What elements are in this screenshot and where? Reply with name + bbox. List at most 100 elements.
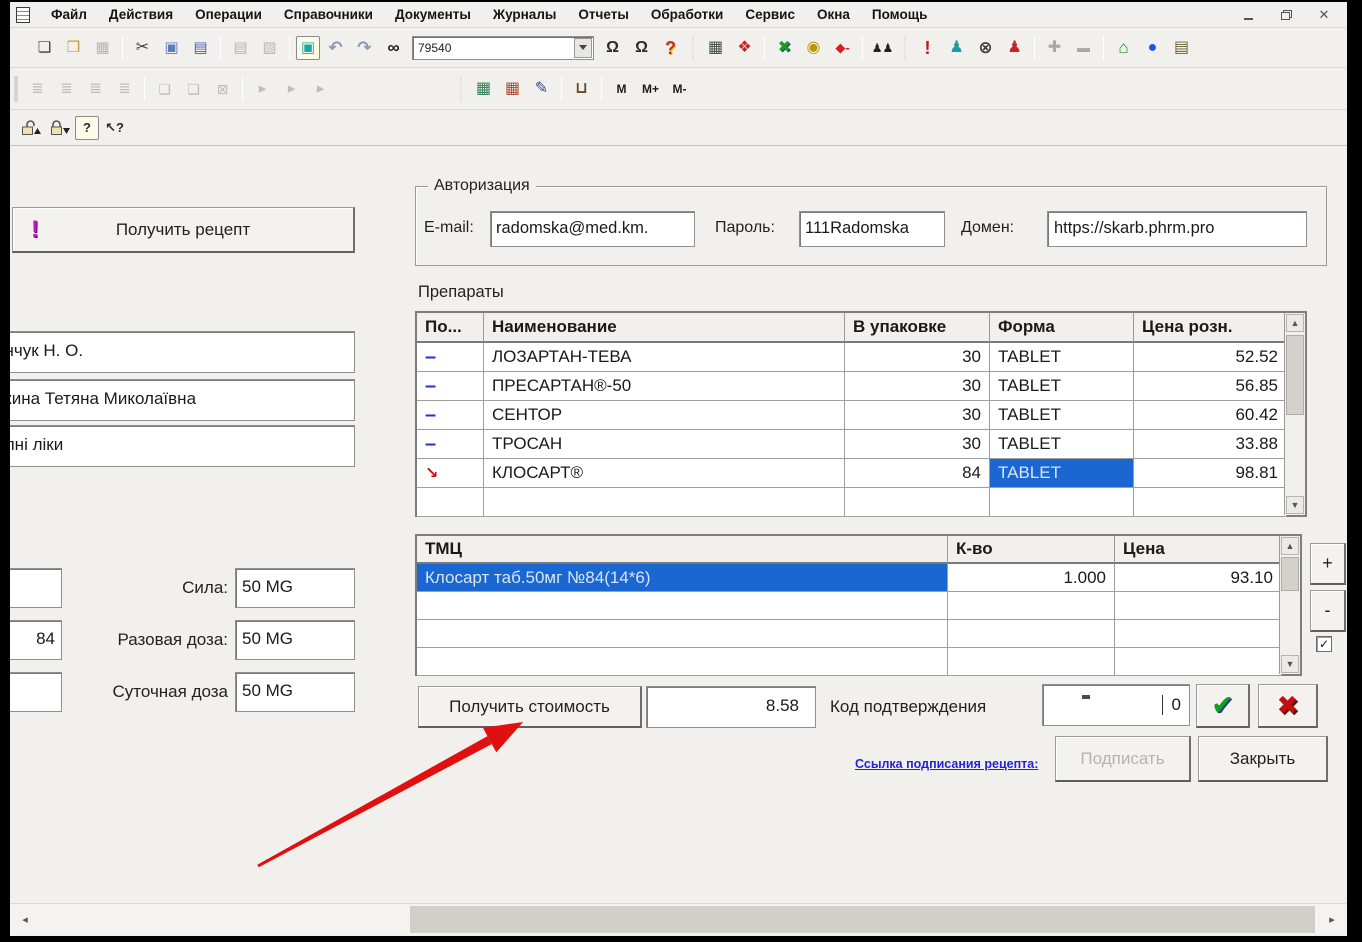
- confirm-code-field[interactable]: 0: [1042, 684, 1190, 726]
- sign-button[interactable]: Подписать: [1055, 736, 1191, 782]
- drug-form-cell[interactable]: TABLET: [990, 372, 1134, 401]
- dose-aux-field-3[interactable]: [10, 672, 62, 712]
- memory-minus-icon[interactable]: M-: [666, 76, 693, 101]
- drug-price-cell[interactable]: [1134, 488, 1287, 517]
- tmc-column-header[interactable]: Цена: [1115, 536, 1282, 564]
- scrollbar-thumb[interactable]: [1281, 557, 1299, 591]
- menu-documents[interactable]: Документы: [384, 7, 482, 22]
- confirm-cancel-button[interactable]: ✖: [1258, 684, 1318, 728]
- email-field[interactable]: radomska@med.km.: [490, 211, 695, 247]
- redo-icon[interactable]: ↷: [351, 35, 378, 60]
- single-dose-field[interactable]: 50 MG: [235, 620, 355, 660]
- close-button[interactable]: ✕: [1317, 8, 1331, 22]
- tmc-qty-cell[interactable]: [948, 620, 1115, 648]
- drug-pack-cell[interactable]: 84: [845, 459, 990, 488]
- drug-price-cell[interactable]: 98.81: [1134, 459, 1287, 488]
- dark-globe-icon[interactable]: ⊗: [972, 35, 999, 60]
- book-icon[interactable]: ⊔: [568, 76, 595, 101]
- drug-form-cell[interactable]: [990, 488, 1134, 517]
- unlock-icon[interactable]: [17, 115, 44, 140]
- find-next-icon[interactable]: Ω: [599, 35, 626, 60]
- two-people-icon[interactable]: ♟♟: [869, 35, 896, 60]
- walking-person-icon[interactable]: ♟: [1001, 35, 1028, 60]
- calendar-icon[interactable]: ▦: [499, 76, 526, 101]
- drugs-column-header[interactable]: В упаковке: [845, 313, 990, 343]
- drug-price-cell[interactable]: 52.52: [1134, 343, 1287, 372]
- memory-icon[interactable]: M: [608, 76, 635, 101]
- get-prescription-button[interactable]: ! Получить рецепт: [12, 207, 355, 253]
- tmc-name-cell[interactable]: Клосарт таб.50мг №84(14*6): [417, 564, 948, 592]
- drug-marker-cell[interactable]: –: [417, 372, 484, 401]
- menu-help[interactable]: Помощь: [861, 7, 939, 22]
- menu-operations[interactable]: Операции: [184, 7, 273, 22]
- gold-coin-icon[interactable]: ◉: [800, 35, 827, 60]
- drugs-table-row[interactable]: –ПРЕСАРТАН®-5030TABLET56.85: [417, 372, 1305, 401]
- minus-icon[interactable]: ▬: [1070, 35, 1097, 60]
- drug-pack-cell[interactable]: 30: [845, 372, 990, 401]
- horizontal-scrollbar[interactable]: ◂ ▸: [10, 903, 1347, 934]
- find-prev-icon[interactable]: Ω: [628, 35, 655, 60]
- tmc-qty-cell[interactable]: [948, 592, 1115, 620]
- drugs-table-row[interactable]: –СЕНТОР30TABLET60.42: [417, 401, 1305, 430]
- tmc-column-header[interactable]: К-во: [948, 536, 1115, 564]
- memory-plus-icon[interactable]: M+: [637, 76, 664, 101]
- red-minus-icon[interactable]: ◆-: [829, 35, 856, 60]
- menu-windows[interactable]: Окна: [806, 7, 861, 22]
- tmc-remove-button[interactable]: -: [1310, 590, 1346, 632]
- patient-field[interactable]: жжина Тетяна Миколаївна: [10, 379, 355, 421]
- undo-icon[interactable]: ↶: [322, 35, 349, 60]
- tmc-table-row[interactable]: Клосарт таб.50мг №84(14*6)1.00093.10: [417, 564, 1300, 592]
- drug-pack-cell[interactable]: [845, 488, 990, 517]
- tmc-column-header[interactable]: ТМЦ: [417, 536, 948, 564]
- search-combo[interactable]: 79540: [412, 36, 594, 60]
- tmc-price-cell[interactable]: [1115, 648, 1282, 676]
- red-bow-icon[interactable]: ❖: [731, 35, 758, 60]
- drug-form-cell[interactable]: TABLET: [990, 459, 1134, 488]
- password-field[interactable]: 111Radomska: [799, 211, 945, 247]
- scroll-down-icon[interactable]: ▼: [1281, 655, 1299, 673]
- paste-icon[interactable]: ▤: [187, 35, 214, 60]
- close-form-button[interactable]: Закрыть: [1198, 736, 1328, 782]
- drug-form-cell[interactable]: TABLET: [990, 401, 1134, 430]
- filter-lamp-icon[interactable]: ▣: [296, 36, 320, 60]
- drugs-column-header[interactable]: По...: [417, 313, 484, 343]
- drug-name-cell[interactable]: [484, 488, 845, 517]
- scroll-right-icon[interactable]: ▸: [1319, 906, 1345, 933]
- drug-price-cell[interactable]: 33.88: [1134, 430, 1287, 459]
- lookup-icon[interactable]: ✎: [528, 76, 555, 101]
- scrollbar-thumb[interactable]: [1286, 335, 1304, 415]
- drug-pack-cell[interactable]: 30: [845, 343, 990, 372]
- restore-button[interactable]: [1279, 8, 1293, 22]
- domain-field[interactable]: https://skarb.phrm.pro: [1047, 211, 1307, 247]
- drugs-table[interactable]: По...НаименованиеВ упаковкеФормаЦена роз…: [415, 311, 1307, 517]
- context-help-icon[interactable]: ↖?: [101, 115, 128, 140]
- menu-reports[interactable]: Отчеты: [567, 7, 639, 22]
- drug-marker-cell[interactable]: –: [417, 343, 484, 372]
- drug-marker-cell[interactable]: –: [417, 430, 484, 459]
- dose-aux-field-1[interactable]: [10, 568, 62, 608]
- tmc-name-cell[interactable]: [417, 620, 948, 648]
- drug-name-cell[interactable]: СЕНТОР: [484, 401, 845, 430]
- drugs-table-row[interactable]: –ТРОСАН30TABLET33.88: [417, 430, 1305, 459]
- tmc-add-button[interactable]: +: [1310, 543, 1346, 585]
- plus-icon[interactable]: ✚: [1041, 35, 1068, 60]
- tmc-name-cell[interactable]: [417, 592, 948, 620]
- tmc-name-cell[interactable]: [417, 648, 948, 676]
- drugs-table-row[interactable]: –ЛОЗАРТАН-ТЕВА30TABLET52.52: [417, 343, 1305, 372]
- menu-references[interactable]: Справочники: [273, 7, 384, 22]
- cut-icon[interactable]: ✂: [129, 35, 156, 60]
- drug-pack-cell[interactable]: 30: [845, 401, 990, 430]
- calculator-icon[interactable]: ▦: [470, 76, 497, 101]
- scroll-up-icon[interactable]: ▲: [1281, 537, 1299, 555]
- copy-icon[interactable]: ▣: [158, 35, 185, 60]
- blue-drop-icon[interactable]: ●: [1139, 35, 1166, 60]
- drug-marker-cell[interactable]: [417, 488, 484, 517]
- dose-aux-field-2[interactable]: 84: [10, 620, 62, 660]
- card-index-icon[interactable]: ▤: [1168, 35, 1195, 60]
- lock-icon[interactable]: [46, 115, 73, 140]
- drug-price-cell[interactable]: 60.42: [1134, 401, 1287, 430]
- drug-form-cell[interactable]: TABLET: [990, 343, 1134, 372]
- minimize-button[interactable]: [1241, 8, 1255, 22]
- red-exclaim-person-icon[interactable]: !: [914, 35, 941, 60]
- scroll-down-icon[interactable]: ▼: [1286, 496, 1304, 514]
